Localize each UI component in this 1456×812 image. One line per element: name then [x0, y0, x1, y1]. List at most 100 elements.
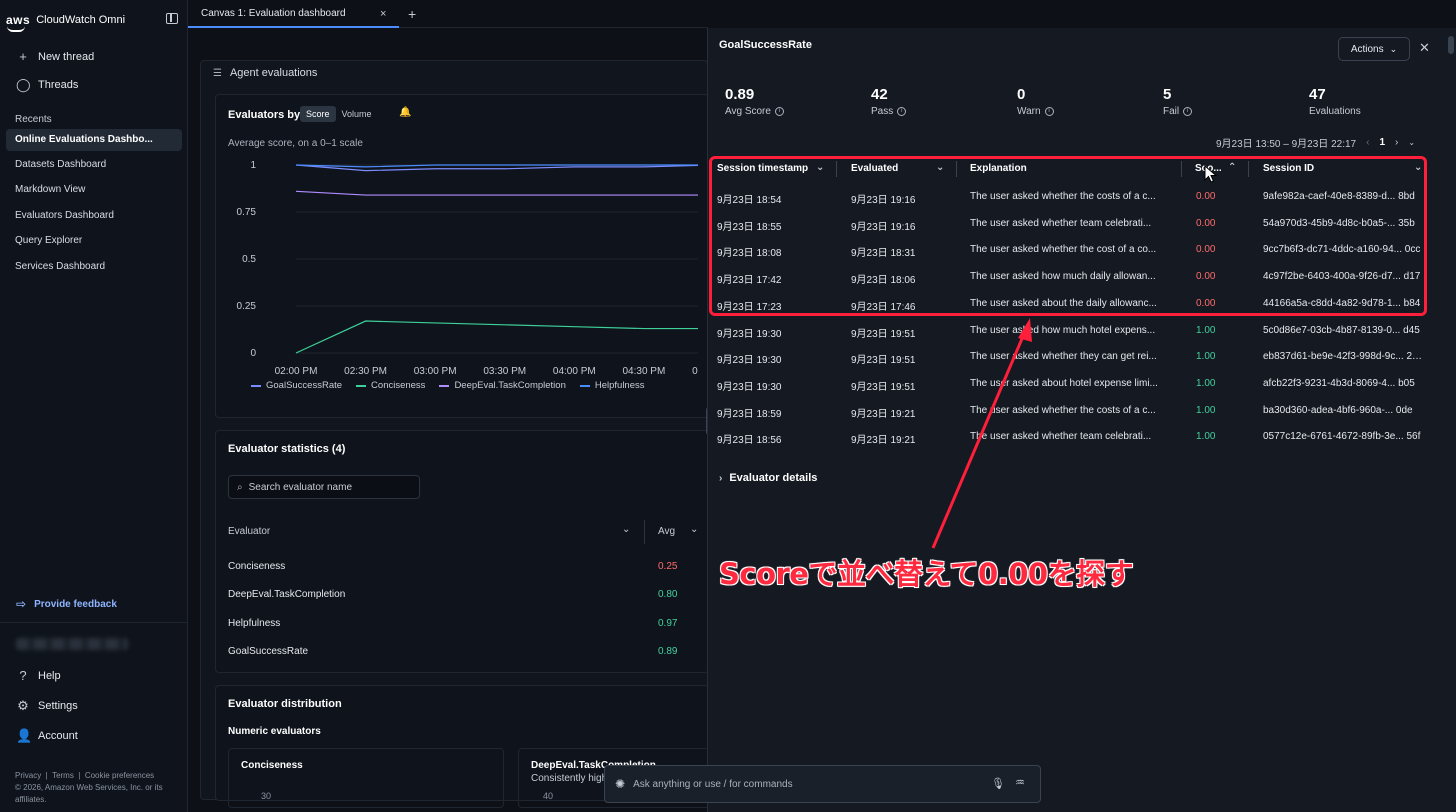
account-label: Account	[38, 730, 78, 742]
info-icon[interactable]: i	[774, 107, 784, 116]
cookie-preferences-link[interactable]: Cookie preferences	[85, 771, 154, 780]
explanation-cell: The user asked whether team celebrati...	[970, 431, 1152, 443]
chat-bubble-icon: ◯	[16, 77, 31, 92]
recent-item-services[interactable]: Services Dashboard	[6, 256, 182, 278]
threads-button[interactable]: ◯ Threads	[16, 77, 78, 93]
evaluator-column-header[interactable]: Evaluator	[228, 526, 270, 537]
evaluators-by-label: Evaluators by	[228, 109, 301, 121]
sliders-icon: ☰	[213, 67, 222, 79]
voice-wave-icon[interactable]: ♒	[1015, 776, 1025, 789]
evaluator-search-input[interactable]: ⌕ Search evaluator name	[228, 475, 420, 499]
chat-input[interactable]: ✺ Ask anything or use / for commands 🎙 ♒	[604, 765, 1041, 803]
kpi-label: Fail	[1163, 106, 1180, 117]
evaluator-name: DeepEval.TaskCompletion	[228, 589, 346, 600]
dashboard-canvas: ☰ Agent evaluations Evaluators by Score …	[200, 60, 718, 808]
tab-evaluation-dashboard[interactable]: Canvas 1: Evaluation dashboard	[188, 0, 399, 28]
microphone-icon[interactable]: 🎙	[991, 777, 1005, 790]
kpi-label: Evaluations	[1309, 106, 1361, 117]
evaluator-details-label: Evaluator details	[729, 472, 818, 484]
provide-feedback-link[interactable]: ⇨ Provide feedback	[16, 597, 117, 611]
chevron-down-icon[interactable]: ⌄	[622, 524, 630, 535]
time-range-pager: 9月23日 13:50 – 9月23日 22:17 ‹ 1 › ⌄	[1216, 135, 1415, 150]
explanation-cell: The user asked about hotel expense limi.…	[970, 377, 1158, 389]
kpi-label-row: Fail i	[1163, 106, 1193, 117]
annotation-text: Scoreで並べ替えて0.00を探す	[719, 557, 1134, 591]
recents-heading: Recents	[15, 114, 52, 125]
score-volume-toggle: Score Volume	[300, 106, 378, 122]
scrollbar-thumb[interactable]	[1448, 36, 1454, 54]
new-thread-button[interactable]: + New thread	[16, 49, 94, 64]
actions-button[interactable]: Actions ⌄	[1338, 37, 1410, 61]
aws-logo: aws	[6, 13, 31, 32]
info-icon[interactable]: i	[1183, 107, 1193, 116]
evaluator-details-toggle[interactable]: › Evaluator details	[719, 472, 817, 484]
blurred-account-info	[16, 638, 128, 650]
column-separator	[644, 520, 645, 544]
threads-label: Threads	[38, 79, 79, 91]
recent-item-query-explorer[interactable]: Query Explorer	[6, 230, 182, 252]
table-row[interactable]: DeepEval.TaskCompletion 0.80	[228, 589, 698, 600]
distribution-axis-tick: 30	[261, 791, 272, 801]
settings-button[interactable]: ⚙ Settings	[16, 698, 78, 714]
legend-swatch	[251, 384, 261, 387]
table-row[interactable]: Helpfulness 0.97	[228, 618, 698, 629]
panel-title: GoalSuccessRate	[719, 39, 812, 51]
bell-icon[interactable]: 🔔	[399, 107, 411, 118]
app-name: CloudWatch Omni	[36, 14, 126, 26]
close-tab-icon[interactable]: ×	[380, 0, 386, 28]
table-row[interactable]: GoalSuccessRate 0.89	[228, 646, 698, 657]
explanation-cell: The user asked whether the costs of a c.…	[970, 404, 1156, 416]
add-tab-icon[interactable]: +	[408, 0, 416, 28]
series-line-deepeval-taskcompletion	[295, 190, 698, 196]
kpi-value: 5	[1163, 86, 1172, 103]
copyright: © 2026, Amazon Web Services, Inc. or its…	[15, 783, 163, 804]
evaluated-time-cell: 9月23日 19:51	[851, 355, 916, 367]
y-tick-label: 1	[250, 160, 256, 171]
recent-item-datasets[interactable]: Datasets Dashboard	[6, 154, 182, 176]
close-icon[interactable]: ✕	[1419, 40, 1430, 56]
distribution-axis-tick: 40	[543, 791, 554, 801]
table-row[interactable]: 9月23日 19:30 9月23日 19:51 The user asked whe…	[708, 344, 1428, 370]
privacy-link[interactable]: Privacy	[15, 771, 41, 780]
explanation-cell: The user asked how much hotel expens...	[970, 324, 1156, 336]
recent-item-online-evaluations[interactable]: Online Evaluations Dashbo...	[6, 129, 182, 151]
table-row[interactable]: 9月23日 19:30 9月23日 19:51 The user asked abo…	[708, 371, 1428, 397]
help-button[interactable]: ? Help	[16, 668, 60, 683]
gear-icon: ⚙	[17, 698, 29, 713]
time-range: 9月23日 13:50 – 9月23日 22:17	[1216, 139, 1357, 150]
session-timestamp-cell: 9月23日 19:30	[717, 381, 782, 393]
chevron-down-icon[interactable]: ⌄	[690, 524, 698, 535]
avg-column-header[interactable]: Avg	[658, 526, 675, 537]
info-icon[interactable]: i	[1044, 107, 1054, 116]
previous-page-icon[interactable]: ‹	[1366, 137, 1369, 148]
session-id-cell: 5c0d86e7-03cb-4b87-8139-0... d45	[1263, 324, 1420, 336]
series-line-goalsuccessrate	[295, 164, 698, 172]
evaluated-time-cell: 9月23日 19:51	[851, 328, 916, 340]
sidebar-toggle-icon[interactable]	[166, 13, 178, 24]
next-page-icon[interactable]: ›	[1395, 137, 1398, 148]
sidebar-footer: Privacy | Terms | Cookie preferences © 2…	[15, 771, 163, 804]
terms-link[interactable]: Terms	[52, 771, 74, 780]
chevron-down-icon[interactable]: ⌄	[1408, 138, 1415, 147]
volume-toggle[interactable]: Volume	[336, 106, 378, 122]
recent-item-evaluators[interactable]: Evaluators Dashboard	[6, 205, 182, 227]
legend-swatch	[439, 384, 450, 387]
legend-label: DeepEval.TaskCompletion	[454, 380, 566, 391]
legend-item[interactable]: Conciseness	[356, 380, 425, 391]
table-row[interactable]: Conciseness 0.25	[228, 561, 698, 572]
legend-label: GoalSuccessRate	[266, 380, 343, 391]
legend-item[interactable]: DeepEval.TaskCompletion	[439, 380, 566, 391]
legend-item[interactable]: GoalSuccessRate	[251, 380, 342, 391]
table-row[interactable]: 9月23日 18:56 9月23日 19:21 The user asked whe…	[708, 424, 1428, 450]
recent-item-markdown[interactable]: Markdown View	[6, 179, 182, 201]
info-icon[interactable]: i	[897, 107, 907, 116]
table-row[interactable]: 9月23日 18:59 9月23日 19:21 The user asked whe…	[708, 398, 1428, 424]
score-toggle[interactable]: Score	[300, 106, 336, 122]
legend-item[interactable]: Helpfulness	[579, 380, 645, 391]
session-id-cell: afcb22f3-9231-4b3d-8069-4... b05	[1263, 377, 1415, 389]
kpi-label-row: Pass i	[871, 106, 907, 117]
legend-label: Helpfulness	[594, 380, 645, 391]
table-row[interactable]: 9月23日 19:30 9月23日 19:51 The user asked how…	[708, 318, 1428, 344]
plus-icon: +	[19, 49, 27, 64]
account-button[interactable]: 👤 Account	[16, 728, 78, 744]
